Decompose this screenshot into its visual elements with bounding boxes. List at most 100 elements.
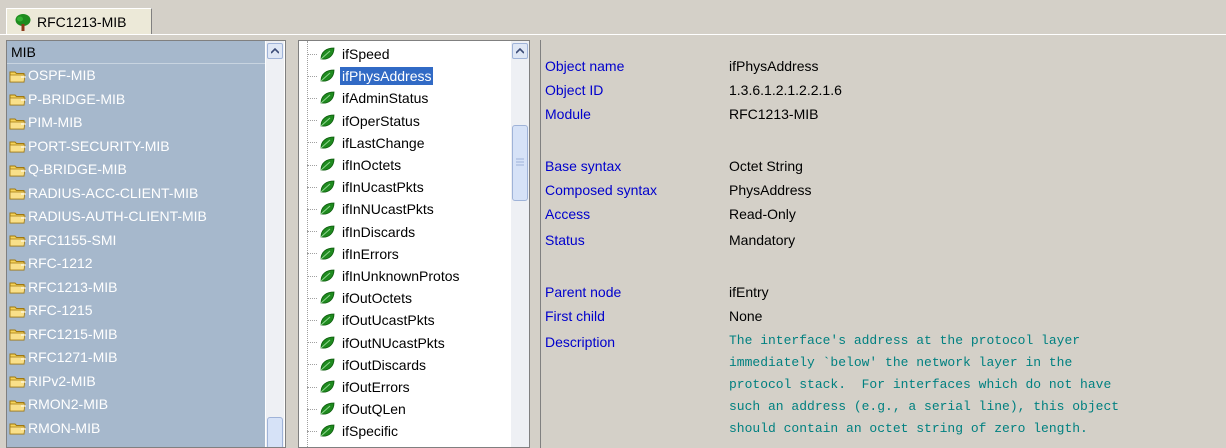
folder-icon	[9, 400, 26, 412]
object-tree-item[interactable]: ifSpeed	[307, 43, 391, 65]
folder-icon	[9, 376, 26, 388]
object-tree-item-label: ifInUnknownProtos	[342, 268, 460, 284]
object-tree-item-label: ifSpeed	[342, 46, 390, 62]
composed-syntax-value: PhysAddress	[729, 182, 812, 198]
object-tree[interactable]: ifSpeed ifPhysAddress ifAdminStatus ifOperS…	[299, 41, 509, 447]
mib-list-item-label: PIM-MIB	[28, 114, 83, 130]
tab-strip: RFC1213-MIB	[0, 0, 1226, 40]
composed-syntax-label: Composed syntax	[545, 182, 658, 198]
mib-list-item[interactable]: RADIUS-AUTH-CLIENT-MIB	[7, 205, 265, 229]
leaf-icon	[320, 380, 335, 393]
mib-list-item-label: RIPv2-MIB	[28, 372, 96, 389]
mib-list-item[interactable]: Q-BRIDGE-MIB	[7, 158, 265, 182]
tab-rfc1213-mib[interactable]: RFC1213-MIB	[6, 8, 152, 34]
object-tree-item[interactable]: ifOutNUcastPkts	[307, 332, 447, 354]
object-tree-item-label: ifInUcastPkts	[342, 179, 424, 196]
mib-list-item[interactable]: OSPF-MIB	[7, 64, 265, 88]
folder-icon	[9, 423, 26, 435]
chevron-up-icon	[271, 48, 279, 54]
access-value: Read-Only	[729, 206, 796, 222]
status-label: Status	[545, 232, 585, 248]
object-tree-item-label: ifInNUcastPkts	[342, 201, 434, 218]
object-tree-item-label: ifLastChange	[342, 134, 425, 151]
leaf-icon	[320, 402, 335, 415]
description-label: Description	[545, 334, 616, 350]
scroll-thumb[interactable]	[267, 417, 283, 447]
object-tree-item[interactable]: ifLastChange	[307, 132, 427, 154]
object-tree-item-label: ifOutOctets	[342, 290, 413, 307]
folder-icon	[9, 118, 26, 130]
mib-list-item-label: RMON-MIB	[28, 419, 101, 436]
leaf-icon	[320, 114, 335, 127]
object-tree-item-label: ifInDiscards	[342, 223, 416, 240]
folder-icon	[9, 235, 26, 247]
mib-list-item-label: RFC1215-MIB	[28, 325, 118, 342]
object-tree-item[interactable]: ifPhysAddress	[307, 65, 435, 87]
scroll-thumb[interactable]	[512, 125, 528, 201]
mib-list-item-label: RFC-1215	[28, 302, 93, 318]
leaf-icon	[320, 158, 335, 171]
mib-list-scrollbar[interactable]	[266, 41, 284, 447]
scroll-up-button[interactable]	[512, 43, 528, 59]
object-tree-item[interactable]: ifOutErrors	[307, 376, 412, 398]
leaf-icon	[320, 225, 335, 238]
leaf-icon	[320, 136, 335, 149]
leaf-icon	[320, 336, 335, 349]
tab-divider	[0, 34, 1226, 35]
object-tree-item[interactable]: ifInNUcastPkts	[307, 198, 436, 220]
object-tree-item[interactable]: ifInErrors	[307, 243, 401, 265]
first-child-label: First child	[545, 308, 605, 324]
object-name-value: ifPhysAddress	[729, 58, 819, 74]
mib-list-item[interactable]: RFC1215-MIB	[7, 323, 265, 347]
object-tree-item-label: ifOutNUcastPkts	[342, 334, 445, 351]
object-tree-item[interactable]: ifOperStatus	[307, 110, 422, 132]
object-tree-item[interactable]: ifOutUcastPkts	[307, 309, 437, 331]
object-tree-item[interactable]: ifOutOctets	[307, 287, 414, 309]
object-tree-item[interactable]: ifInOctets	[307, 154, 403, 176]
mib-list-item[interactable]: P-BRIDGE-MIB	[7, 88, 265, 112]
object-tree-item-label: ifAdminStatus	[342, 90, 429, 107]
mib-list-item[interactable]: RIPv2-MIB	[7, 370, 265, 394]
mib-list-item-label: RMON2-MIB	[28, 396, 109, 412]
chevron-up-icon	[516, 48, 524, 54]
mib-list-item[interactable]: PORT-SECURITY-MIB	[7, 135, 265, 159]
parent-node-label: Parent node	[545, 284, 622, 300]
mib-list-item-label: RADIUS-AUTH-CLIENT-MIB	[28, 208, 207, 224]
folder-icon	[9, 282, 26, 294]
object-tree-item[interactable]: ifAdminStatus	[307, 87, 430, 109]
object-tree-item[interactable]: ifInDiscards	[307, 221, 417, 243]
status-value: Mandatory	[729, 232, 796, 248]
base-syntax-label: Base syntax	[545, 158, 622, 174]
object-tree-item[interactable]: ifOutDiscards	[307, 354, 428, 376]
mib-list-item[interactable]: PIM-MIB	[7, 111, 265, 135]
object-tree-item[interactable]: ifOutQLen	[307, 398, 408, 420]
object-tree-item-label: ifInErrors	[342, 245, 399, 262]
mib-list-item[interactable]: RFC-1212	[7, 252, 265, 276]
scroll-up-button[interactable]	[267, 43, 283, 59]
mib-list-item[interactable]: RFC1213-MIB	[7, 276, 265, 300]
folder-icon	[9, 141, 26, 153]
object-id-value: 1.3.6.1.2.1.2.2.1.6	[729, 82, 842, 98]
leaf-icon	[320, 247, 335, 260]
object-tree-scrollbar[interactable]	[511, 41, 529, 447]
leaf-icon	[320, 180, 335, 193]
mib-list[interactable]: MIB OSPF-MIB P-BRIDGE-MIB PIM-MIB PORT-SECU…	[7, 41, 265, 447]
mib-list-item[interactable]: RMON-MIB	[7, 417, 265, 441]
mib-list-item[interactable]: RMON2-MIB	[7, 393, 265, 417]
folder-icon	[9, 212, 26, 224]
object-tree-item[interactable]: ifInUnknownProtos	[307, 265, 462, 287]
leaf-icon	[320, 69, 335, 82]
mib-list-item[interactable]: RFC1271-MIB	[7, 346, 265, 370]
mib-list-item[interactable]: RFC1155-SMI	[7, 229, 265, 253]
folder-icon	[9, 71, 26, 83]
object-tree-item[interactable]: ifSpecific	[307, 420, 400, 442]
folder-icon	[9, 165, 26, 177]
mib-list-item[interactable]: RADIUS-ACC-CLIENT-MIB	[7, 182, 265, 206]
folder-icon	[9, 188, 26, 200]
object-tree-item-label: ifInOctets	[342, 157, 402, 173]
first-child-value: None	[729, 308, 763, 324]
object-tree-item[interactable]: ifInUcastPkts	[307, 176, 426, 198]
mib-list-item[interactable]: RFC-1215	[7, 299, 265, 323]
object-tree-panel: ifSpeed ifPhysAddress ifAdminStatus ifOperS…	[298, 40, 530, 448]
leaf-icon	[320, 358, 335, 371]
